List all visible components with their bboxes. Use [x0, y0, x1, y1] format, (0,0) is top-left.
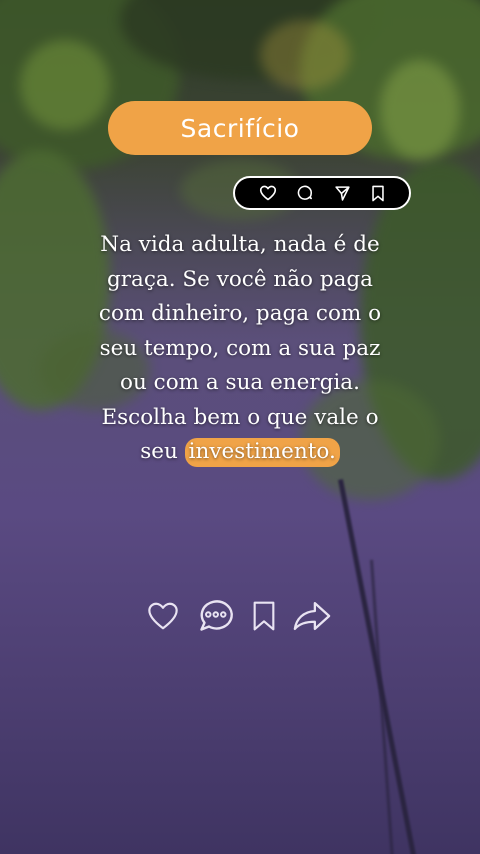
send-icon[interactable] [334, 185, 351, 202]
quote-line: ou com a sua energia. [120, 370, 360, 395]
bottom-action-bar [146, 596, 332, 640]
quote-line: Escolha bem o que vale o [101, 404, 379, 430]
quote-line: com dinheiro, paga com o [98, 301, 382, 326]
quote-line: seu tempo, com a sua paz [99, 335, 381, 361]
post-title: Sacrifício [180, 113, 300, 143]
comment-dots-icon[interactable] [195, 598, 235, 638]
comment-icon[interactable] [297, 185, 314, 202]
heart-icon[interactable] [146, 601, 180, 635]
bookmark-icon[interactable] [371, 185, 385, 202]
quote-line-prefix: seu [140, 439, 185, 464]
quote-last-line: seu investimento. [60, 435, 420, 470]
quote-line: graça. Se você não paga [107, 266, 373, 292]
heart-icon[interactable] [259, 185, 277, 201]
bookmark-icon[interactable] [251, 600, 277, 636]
top-action-bar [233, 176, 411, 210]
quote-text: Na vida adulta, nada é de graça. Se você… [60, 228, 420, 470]
title-badge: Sacrifício [108, 101, 372, 155]
highlighted-word: investimento. [184, 438, 340, 467]
share-arrow-icon[interactable] [292, 600, 332, 636]
story-screen: Sacrifício Na vida adulta, nada é de gra… [0, 0, 480, 854]
quote-line: Na vida adulta, nada é de [100, 232, 380, 257]
